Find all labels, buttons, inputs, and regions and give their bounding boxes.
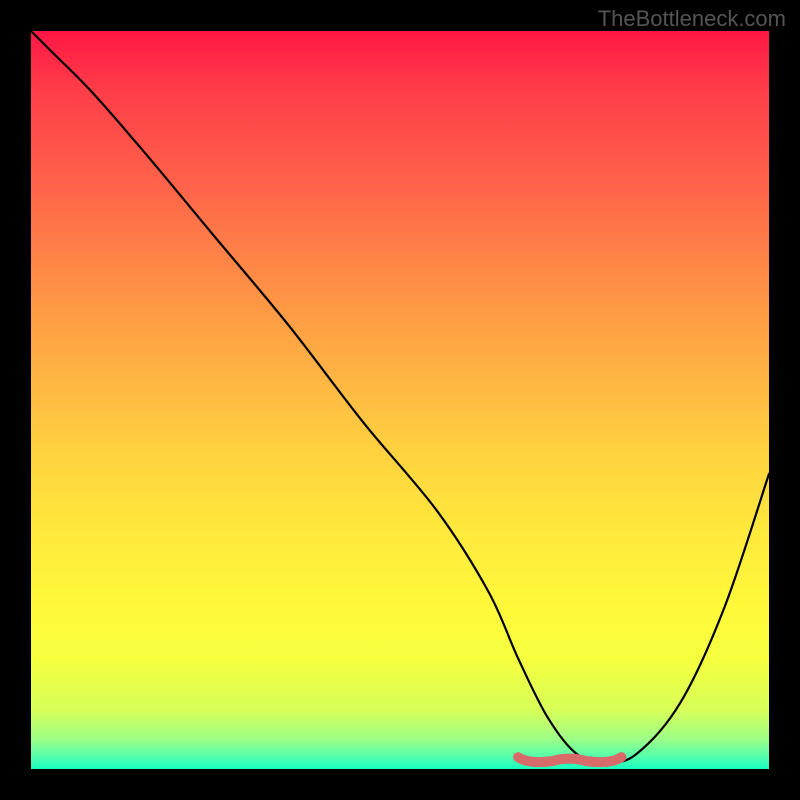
flat-highlight-path: [518, 757, 621, 762]
chart-plot-area: [31, 31, 769, 769]
bottleneck-curve-path: [31, 31, 769, 762]
curve-svg: [31, 31, 769, 769]
watermark-text: TheBottleneck.com: [598, 6, 786, 32]
